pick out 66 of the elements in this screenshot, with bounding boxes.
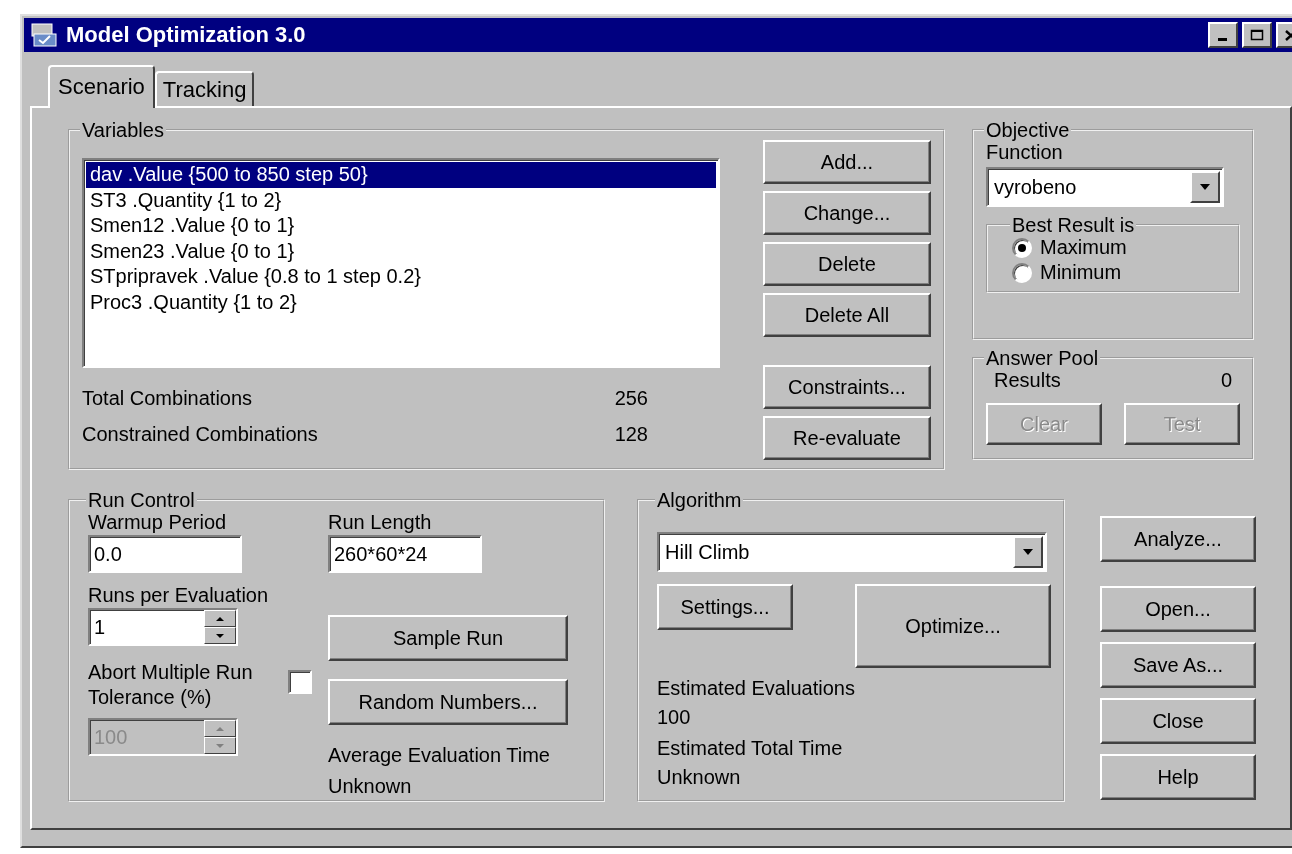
group-label: Best Result is (1011, 215, 1136, 235)
app-icon (30, 21, 58, 49)
field-label: Warmup Period (88, 510, 228, 535)
checkbox[interactable] (288, 670, 312, 694)
group-label: Run Control (87, 490, 196, 510)
algorithm-dropdown[interactable]: Hill Climb (657, 532, 1047, 572)
variable-button[interactable]: Re-evaluate (763, 416, 931, 460)
info-value: Unknown (657, 765, 742, 790)
variable-list[interactable]: dav .Value {500 to 850 step 50} ST3 .Quantity {1 to 2} Smen12 .Value {0 to 1} Smen23 .Value {0 to 1} STpripravek .Value {0.8 to 1 step 0.2} Proc3 .Quantity {1 to 2} (82, 158, 720, 368)
field-label: Runs per Evaluation (88, 583, 270, 608)
tab[interactable]: Tracking (154, 70, 255, 106)
info-value: Unknown (328, 774, 413, 799)
radio-button[interactable] (1012, 262, 1032, 283)
variable-button[interactable]: Change... (763, 191, 931, 235)
warmup-field[interactable]: 0.0 (88, 535, 242, 573)
minimize-button[interactable] (1208, 22, 1238, 48)
radio-button[interactable] (1012, 237, 1032, 258)
runs-spinner[interactable]: 1 (88, 608, 238, 646)
spin-down-icon[interactable] (204, 627, 236, 644)
dialog-button[interactable]: Close (1100, 698, 1256, 744)
tab[interactable]: Scenario (48, 64, 155, 108)
field-label: Function (986, 141, 1064, 165)
total-value: 256 (614, 386, 648, 411)
maximize-icon (1250, 29, 1264, 40)
group-label: Answer Pool (985, 348, 1100, 368)
dialog-button[interactable]: Open... (1100, 586, 1256, 632)
group-label: Objective (985, 120, 1071, 140)
total-value: 128 (614, 422, 648, 447)
variable-button[interactable]: Delete All (763, 293, 931, 337)
field-label: Abort Multiple Run Tolerance (%) (88, 660, 254, 710)
spin-up-icon[interactable] (204, 610, 236, 627)
total-label: Constrained Combinations (82, 422, 318, 447)
settings-button[interactable]: Settings... (657, 584, 793, 630)
list-item[interactable]: Smen23 .Value {0 to 1} (86, 238, 716, 265)
variable-button[interactable]: Constraints... (763, 365, 931, 409)
function-dropdown[interactable]: vyrobeno (986, 167, 1224, 207)
group-label: Algorithm (656, 490, 743, 510)
radio-label: Maximum (1040, 235, 1127, 260)
variable-button[interactable]: Delete (763, 242, 931, 286)
total-label: Total Combinations (82, 386, 253, 411)
close-icon (1284, 29, 1292, 41)
list-item[interactable]: STpripravek .Value {0.8 to 1 step 0.2} (86, 264, 716, 290)
list-item[interactable]: Proc3 .Quantity {1 to 2} (86, 289, 716, 316)
results-label: Results (994, 368, 1061, 393)
results-value: 0 (1220, 368, 1232, 393)
info-label: Estimated Evaluations (657, 676, 856, 701)
radio-label: Minimum (1040, 260, 1122, 285)
random-numbers-button[interactable]: Random Numbers... (328, 679, 568, 725)
run-length-field[interactable]: 260*60*24 (328, 535, 482, 573)
dialog-button[interactable]: Analyze... (1100, 516, 1256, 562)
minimize-icon (1218, 37, 1227, 41)
sample-run-button[interactable]: Sample Run (328, 615, 568, 661)
maximize-button[interactable] (1242, 22, 1272, 48)
field-label: Run Length (328, 510, 433, 535)
optimize-button[interactable]: Optimize... (855, 584, 1051, 668)
info-label: Estimated Total Time (657, 736, 844, 761)
list-item[interactable]: dav .Value {500 to 850 step 50} (86, 162, 716, 188)
list-item[interactable]: ST3 .Quantity {1 to 2} (86, 187, 716, 214)
window-title: Model Optimization 3.0 (66, 21, 306, 49)
info-value: 100 (657, 705, 692, 730)
variable-button[interactable]: Add... (763, 140, 931, 184)
group-label: Variables (81, 120, 165, 140)
dialog-button[interactable]: Save As... (1100, 642, 1256, 688)
dialog-button[interactable]: Help (1100, 754, 1256, 800)
info-label: Average Evaluation Time (328, 743, 551, 768)
list-item[interactable]: Smen12 .Value {0 to 1} (86, 213, 716, 239)
